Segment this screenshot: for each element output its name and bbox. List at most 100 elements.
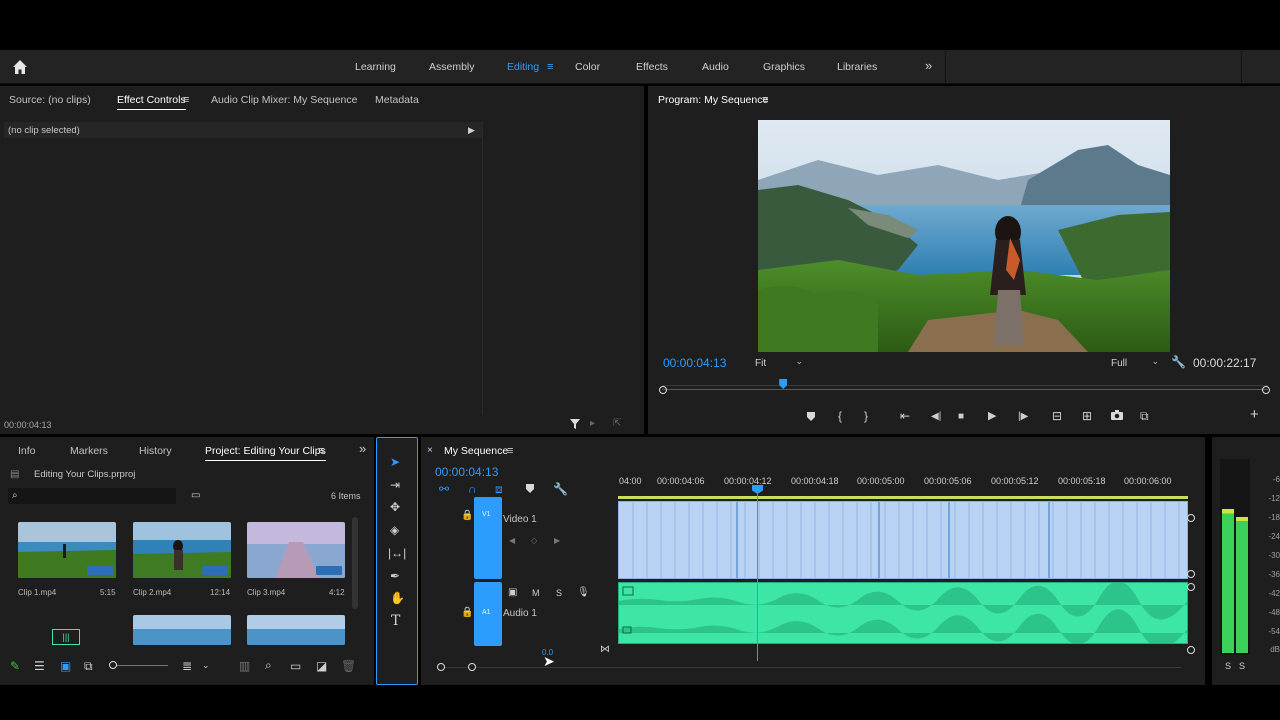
freeform-view-icon[interactable]: ⧉	[84, 660, 93, 672]
mark-out-icon[interactable]: }	[864, 410, 868, 422]
keyframe-add-icon[interactable]: ◇	[531, 535, 537, 547]
work-area-bar[interactable]	[618, 496, 1188, 499]
sync-lock-icon[interactable]: ▣	[508, 587, 517, 599]
add-marker-icon[interactable]	[525, 483, 535, 496]
clip-thumbnail[interactable]	[133, 522, 231, 578]
timeline-playhead[interactable]	[757, 485, 758, 661]
extract-icon[interactable]: ⊞	[1082, 410, 1092, 422]
icon-view-icon[interactable]: ▣	[60, 660, 71, 672]
workspace-effects[interactable]: Effects	[636, 61, 668, 73]
fit-dropdown[interactable]: Fit ⌄	[755, 356, 803, 371]
razor-tool-icon[interactable]: ◈	[390, 524, 399, 536]
nest-toggle-icon[interactable]: ⚯	[439, 483, 449, 495]
pen-tool-icon[interactable]: ✒	[390, 570, 400, 582]
tab-audio-clip-mixer[interactable]: Audio Clip Mixer: My Sequence	[211, 94, 357, 106]
keyframe-nav-left-icon[interactable]: ◀	[509, 535, 515, 547]
snap-icon[interactable]: ∩	[468, 483, 477, 495]
step-back-icon[interactable]: ◀|	[931, 411, 941, 423]
timeline-timecode[interactable]: 00:00:04:13	[435, 465, 498, 479]
new-bin-from-search-icon[interactable]: ▭	[191, 490, 200, 502]
tab-history[interactable]: History	[139, 445, 172, 457]
filter-icon[interactable]	[569, 418, 581, 432]
thumbnail-size-slider[interactable]	[112, 665, 168, 666]
panel-menu-icon[interactable]: ≡	[762, 94, 768, 106]
audio-clip[interactable]	[618, 582, 1188, 644]
workspace-menu-icon[interactable]: ≡	[547, 61, 553, 73]
workspace-assembly[interactable]: Assembly	[429, 61, 475, 73]
add-marker-icon[interactable]	[806, 411, 816, 424]
lock-icon[interactable]: 🔒	[461, 607, 473, 619]
timeline-sequence-tab[interactable]: My Sequence	[444, 445, 508, 460]
program-playhead[interactable]	[779, 379, 788, 389]
program-video-frame[interactable]	[758, 120, 1170, 352]
program-current-timecode[interactable]: 00:00:04:13	[663, 356, 726, 370]
slider-handle[interactable]	[109, 661, 117, 669]
more-panels-icon[interactable]: »	[359, 442, 366, 455]
timeline-settings-icon[interactable]: 🔧	[553, 483, 568, 495]
add-button-icon[interactable]: +	[1250, 407, 1259, 422]
chevron-down-icon[interactable]: ⌄	[202, 659, 210, 671]
panel-menu-icon[interactable]: ≡	[507, 445, 513, 457]
tab-effect-controls[interactable]: Effect Controls	[117, 94, 186, 110]
workspace-editing[interactable]: Editing	[507, 61, 539, 73]
sort-icons-icon[interactable]: ≣	[182, 660, 192, 672]
stop-icon[interactable]: ■	[958, 411, 964, 423]
mark-in-icon[interactable]: {	[838, 410, 842, 422]
track-end-marker[interactable]	[1187, 514, 1195, 522]
comparison-view-icon[interactable]: ⧉	[1140, 410, 1149, 422]
tab-source[interactable]: Source: (no clips)	[9, 94, 91, 106]
expand-arrow-icon[interactable]: ▶	[468, 124, 475, 136]
start-marker-icon[interactable]	[659, 386, 667, 394]
clip-thumbnail[interactable]	[247, 615, 345, 645]
selection-tool-icon[interactable]: ➤	[390, 456, 400, 468]
more-workspaces-icon[interactable]: »	[925, 59, 932, 72]
workspace-audio[interactable]: Audio	[702, 61, 729, 73]
zoom-handle-left[interactable]	[437, 663, 445, 671]
automate-to-sequence-icon[interactable]: ▥	[239, 660, 250, 672]
new-item-icon[interactable]: ◪	[316, 660, 327, 672]
tab-project[interactable]: Project: Editing Your Clips	[205, 445, 326, 461]
workspace-graphics[interactable]: Graphics	[763, 61, 805, 73]
video-track-target[interactable]: V1	[474, 497, 502, 579]
step-forward-icon[interactable]: |▶	[1018, 411, 1028, 423]
play-clip-audio-icon[interactable]: ▸	[590, 418, 595, 430]
list-view-icon[interactable]: ☰	[34, 660, 45, 672]
home-icon[interactable]	[12, 59, 28, 75]
project-scrollbar[interactable]	[352, 517, 358, 609]
mute-button[interactable]: M	[532, 588, 540, 598]
close-icon[interactable]: ×	[427, 445, 433, 457]
find-icon[interactable]: ⌕	[265, 659, 272, 671]
play-icon[interactable]: ▶	[988, 410, 996, 422]
audio-track-target[interactable]: A1	[474, 582, 502, 646]
clip-thumbnail[interactable]	[133, 615, 231, 645]
workspace-libraries[interactable]: Libraries	[837, 61, 877, 73]
keyframe-nav-right-icon[interactable]: ▶	[554, 535, 560, 547]
quality-dropdown[interactable]: Full ⌄	[1111, 356, 1159, 371]
go-to-in-icon[interactable]: ⇤	[900, 410, 910, 422]
pencil-icon[interactable]: ✎	[10, 660, 20, 672]
solo-left-button[interactable]: S	[1225, 661, 1231, 671]
panel-menu-icon[interactable]: ≡	[183, 94, 189, 106]
end-marker-icon[interactable]	[1262, 386, 1270, 394]
tab-info[interactable]: Info	[18, 445, 36, 457]
microphone-icon[interactable]: 🎙	[577, 587, 590, 599]
track-end-marker[interactable]	[1187, 646, 1195, 654]
solo-button[interactable]: S	[556, 588, 562, 598]
audio-clip-icon[interactable]: |||	[52, 629, 80, 645]
clip-thumbnail[interactable]	[247, 522, 345, 578]
export-icon[interactable]: ⇱	[613, 418, 621, 430]
track-end-marker[interactable]	[1187, 583, 1195, 591]
clip-thumbnail[interactable]	[18, 522, 116, 578]
hand-tool-icon[interactable]: ✋	[390, 592, 405, 604]
track-select-tool-icon[interactable]: ⇥	[390, 479, 400, 491]
lift-icon[interactable]: ⊟	[1052, 410, 1062, 422]
ripple-edit-tool-icon[interactable]: ✥	[390, 501, 400, 513]
new-bin-icon[interactable]: ▭	[290, 660, 301, 672]
camera-icon[interactable]	[1111, 410, 1123, 422]
zoom-to-fit-icon[interactable]: ⋈	[600, 644, 610, 656]
slip-tool-icon[interactable]: |↔|	[388, 547, 406, 559]
tab-metadata[interactable]: Metadata	[375, 94, 419, 106]
solo-right-button[interactable]: S	[1239, 661, 1245, 671]
workspace-color[interactable]: Color	[575, 61, 600, 73]
wrench-icon[interactable]: 🔧	[1171, 356, 1186, 368]
